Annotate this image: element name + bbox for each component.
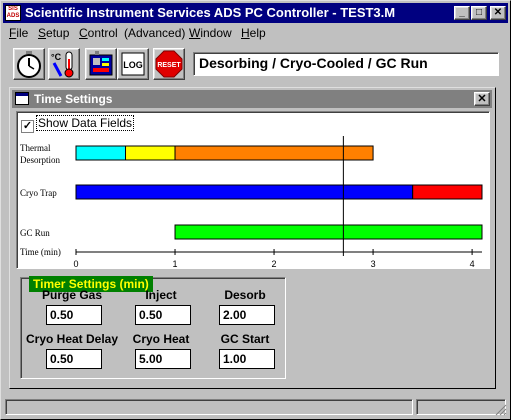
maximize-button[interactable]: □ [471,6,487,20]
log-icon-label: LOG [123,60,143,70]
cryo-heat-input[interactable]: 5.00 [135,349,191,369]
resize-grip-icon[interactable] [493,402,507,416]
temperature-button[interactable]: °C [48,48,80,80]
menu-help[interactable]: Help [241,26,266,40]
log-button[interactable]: LOG [117,48,149,80]
menu-window[interactable]: Window [189,26,232,40]
menu-file[interactable]: File [9,26,28,40]
reset-button[interactable]: RESET [153,48,185,80]
time-settings-window: Time Settings ✕ ✓ Show Data Fields Therma… [9,87,496,389]
app-window: SIS ADS Scientific Instrument Services A… [0,0,511,420]
timeline-chart: Thermal Desorption Cryo Trap GC Run Time (mi… [20,136,483,268]
inject-label: Inject [145,288,177,302]
timeline-bar-segment [75,184,414,200]
log-icon: LOG [121,52,145,76]
cryo-heat-delay-input[interactable]: 0.50 [46,349,102,369]
menu-advanced[interactable]: (Advanced) [124,26,185,40]
purge-gas-input[interactable]: 0.50 [46,305,102,325]
x-axis-label: Time (min) [20,247,61,257]
close-button[interactable]: ✕ [490,6,506,20]
window-menu-icon[interactable] [15,92,29,105]
purge-gas-label: Purge Gas [41,288,103,302]
stop-sign-icon: RESET [155,50,183,78]
timer-button[interactable] [13,48,45,80]
x-tick-label: 3 [371,259,376,268]
minimize-button[interactable]: _ [454,6,470,20]
menu-setup[interactable]: Setup [38,26,69,40]
menu-bar: File Setup Control (Advanced) Window Help [3,24,508,42]
row-label: GC Run [20,228,50,238]
status-display: Desorbing / Cryo-Cooled / GC Run [193,52,499,76]
x-tick-label: 4 [470,259,475,268]
x-tick-label: 1 [173,259,178,268]
stopwatch-icon [17,51,41,78]
row-label: Thermal [20,143,51,153]
timeline-bar-segment [412,184,483,200]
timeline-bar-segment [125,145,176,161]
desorb-input[interactable]: 2.00 [219,305,275,325]
x-tick-label: 2 [272,259,277,268]
timeline-bar-segment [174,224,483,240]
timeline-panel: ✓ Show Data Fields Thermal Desorption Cryo … [16,111,490,269]
status-pane-main [5,399,413,415]
window-title: Scientific Instrument Services ADS PC Co… [25,5,396,20]
timeline-bar-segment [75,145,127,161]
row-label: Desorption [20,155,60,165]
title-bar[interactable]: SIS ADS Scientific Instrument Services A… [3,3,508,23]
gc-start-label: GC Start [220,332,270,346]
reset-icon-label: RESET [157,62,181,69]
child-window-title: Time Settings [34,92,113,106]
x-tick-label: 0 [73,259,78,268]
instrument-icon [89,51,113,76]
app-icon[interactable]: SIS ADS [5,5,21,21]
svg-text:°C: °C [51,52,62,62]
cryo-heat-delay-label: Cryo Heat Delay [25,332,119,346]
menu-control[interactable]: Control [79,26,118,40]
status-bar [3,397,508,417]
gc-start-input[interactable]: 1.00 [219,349,275,369]
method-button[interactable] [85,48,117,80]
timer-settings-group: Timer Settings (min) Purge Gas 0.50 Inject… [20,276,286,379]
inject-input[interactable]: 0.50 [135,305,191,325]
cryo-heat-label: Cryo Heat [132,332,190,346]
thermometer-icon: °C [51,51,74,78]
child-close-button[interactable]: ✕ [474,92,490,106]
row-label: Cryo Trap [20,188,57,198]
child-title-bar[interactable]: Time Settings ✕ [12,90,492,108]
toolbar: °C LOG RESET Desorbing / Cryo-Cooled / G… [3,43,508,83]
desorb-label: Desorb [224,288,266,302]
